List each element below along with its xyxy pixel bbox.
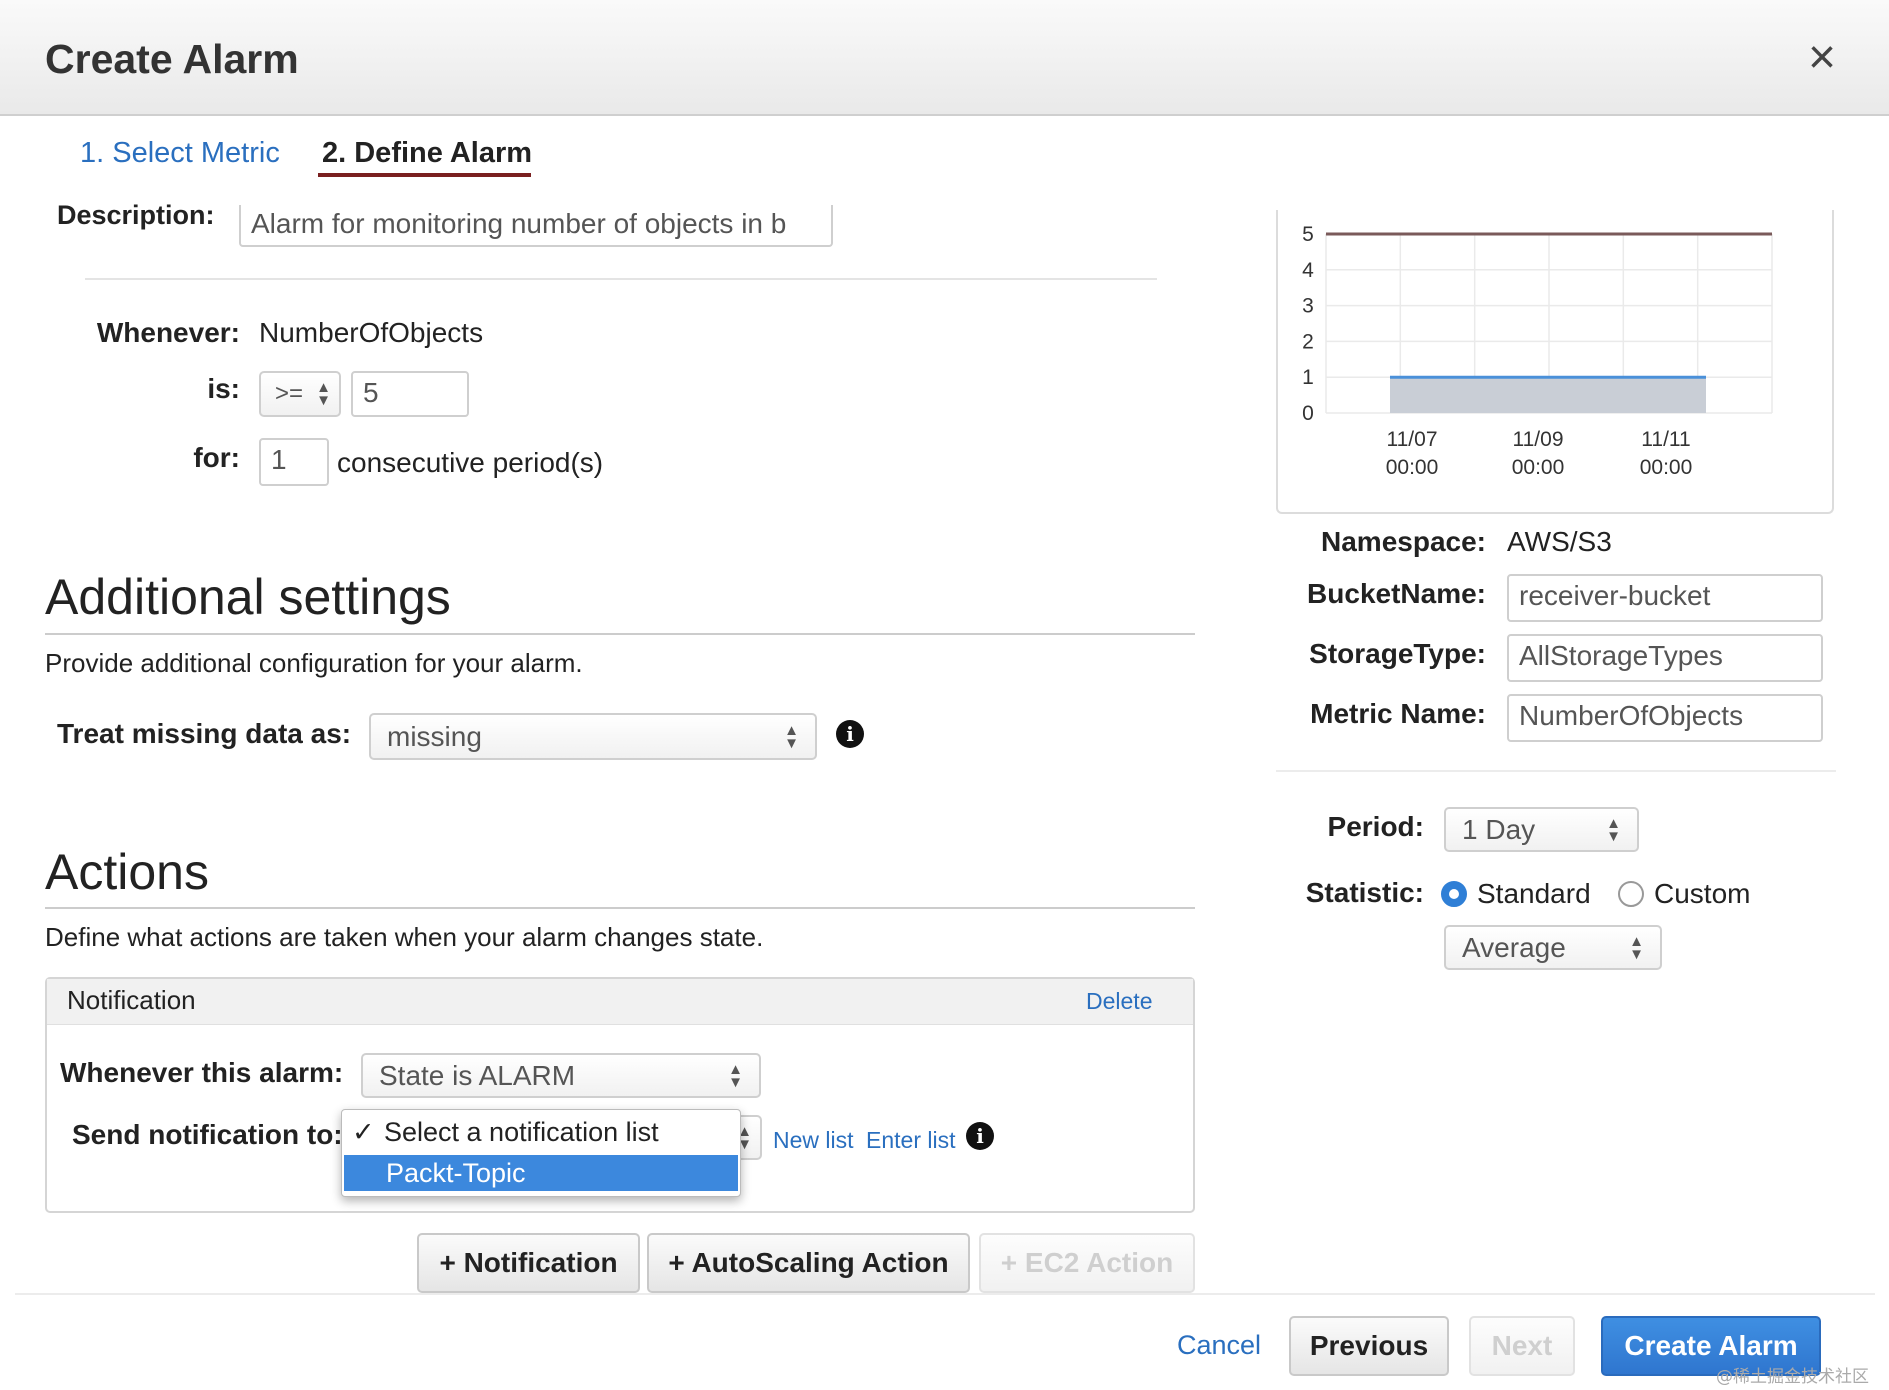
new-list-link[interactable]: New list: [773, 1127, 854, 1154]
x-tick-date: 11/09: [1513, 428, 1564, 451]
bucket-name-label: BucketName:: [1307, 578, 1486, 609]
divider: [1276, 770, 1836, 772]
actions-subtitle: Define what actions are taken when your …: [45, 922, 764, 952]
periods-input[interactable]: 1: [259, 438, 329, 486]
additional-settings-subtitle: Provide additional configuration for you…: [45, 648, 583, 678]
namespace-value: AWS/S3: [1507, 526, 1612, 557]
checkmark-icon: ✓: [352, 1116, 375, 1147]
add-autoscaling-action-button[interactable]: + AutoScaling Action: [647, 1233, 970, 1293]
statistic-label: Statistic:: [1305, 877, 1424, 908]
whenever-this-alarm-label: Whenever this alarm:: [60, 1057, 344, 1088]
x-tick-date: 11/11: [1641, 428, 1690, 451]
description-input[interactable]: Alarm for monitoring number of objects i…: [239, 205, 833, 247]
is-label: is:: [207, 373, 240, 404]
metric-name-label: Metric Name:: [1310, 698, 1486, 729]
metric-area: [1390, 377, 1706, 413]
notification-title: Notification: [67, 985, 196, 1015]
y-tick-label: 5: [1302, 223, 1314, 246]
info-icon[interactable]: i: [836, 720, 864, 748]
cancel-link[interactable]: Cancel: [1177, 1330, 1261, 1361]
statistic-standard-radio[interactable]: [1441, 881, 1467, 907]
y-tick-label: 2: [1302, 330, 1314, 353]
for-label: for:: [193, 442, 240, 473]
y-tick-label: 1: [1302, 366, 1314, 389]
whenever-label: Whenever:: [96, 317, 240, 348]
divider: [45, 633, 1195, 635]
dropdown-option-packt-topic[interactable]: Packt-Topic: [344, 1155, 738, 1191]
storage-type-input[interactable]: AllStorageTypes: [1507, 634, 1823, 682]
select-arrows-icon: ▲ ▼: [784, 721, 799, 752]
treat-missing-value: missing: [387, 720, 482, 752]
active-tab-indicator: [318, 173, 531, 177]
close-icon[interactable]: ×: [1808, 34, 1836, 82]
select-arrows-icon: ▲ ▼: [728, 1060, 743, 1091]
additional-settings-heading: Additional settings: [45, 569, 451, 625]
y-tick-label: 3: [1302, 295, 1314, 318]
whenever-metric: NumberOfObjects: [259, 317, 484, 348]
treat-missing-label: Treat missing data as:: [57, 718, 352, 749]
option-label: Select a notification list: [384, 1116, 659, 1147]
namespace-label: Namespace:: [1321, 526, 1486, 557]
add-notification-button[interactable]: + Notification: [417, 1233, 640, 1293]
divider: [85, 278, 1157, 280]
dropdown-option-select-list[interactable]: ✓ Select a notification list: [342, 1114, 740, 1150]
alarm-state-select[interactable]: State is ALARM ▲ ▼: [361, 1053, 761, 1098]
y-tick-label: 4: [1302, 259, 1314, 282]
description-label: Description:: [57, 200, 215, 230]
x-tick-time: 00:00: [1386, 456, 1439, 479]
x-tick-date: 11/07: [1387, 428, 1438, 451]
notification-panel-header: [47, 979, 1193, 1025]
x-tick-time: 00:00: [1640, 456, 1693, 479]
operator-value: >=: [275, 380, 304, 407]
treat-missing-select[interactable]: missing ▲ ▼: [369, 713, 817, 760]
metric-name-input[interactable]: NumberOfObjects: [1507, 694, 1823, 742]
bucket-name-input[interactable]: receiver-bucket: [1507, 574, 1823, 622]
statistic-custom-radio[interactable]: [1618, 881, 1644, 907]
add-ec2-action-button: + EC2 Action: [979, 1233, 1195, 1293]
storage-type-label: StorageType:: [1309, 638, 1486, 669]
previous-button[interactable]: Previous: [1289, 1316, 1449, 1376]
select-arrows-icon: ▲ ▼: [316, 379, 331, 409]
y-tick-label: 0: [1302, 402, 1314, 425]
metric-chart: 5 4 3 2 1 0 11/07 00:00 11/09 00:00 11/11 00:00: [1276, 210, 1834, 514]
threshold-input[interactable]: 5: [351, 371, 469, 417]
chart-svg: 5 4 3 2 1 0 11/07 00:00 11/09 00:00 11/11 00:00: [1302, 223, 1773, 479]
periods-suffix: consecutive period(s): [337, 447, 604, 478]
tab-select-metric[interactable]: 1. Select Metric: [80, 137, 280, 170]
info-icon[interactable]: i: [966, 1122, 994, 1150]
select-arrows-icon: ▲ ▼: [1629, 932, 1644, 963]
tab-define-alarm[interactable]: 2. Define Alarm: [322, 137, 532, 170]
footer-divider: [15, 1293, 1875, 1295]
period-select[interactable]: 1 Day ▲ ▼: [1444, 807, 1639, 852]
actions-heading: Actions: [45, 844, 209, 900]
operator-select[interactable]: >= ▲ ▼: [259, 371, 341, 417]
divider: [45, 907, 1195, 909]
next-button: Next: [1469, 1316, 1575, 1376]
statistic-standard-label: Standard: [1477, 878, 1591, 909]
period-value: 1 Day: [1462, 813, 1536, 845]
enter-list-link[interactable]: Enter list: [866, 1127, 955, 1154]
statistic-select[interactable]: Average ▲ ▼: [1444, 925, 1662, 970]
send-notification-label: Send notification to:: [72, 1119, 343, 1150]
delete-notification-link[interactable]: Delete: [1086, 988, 1152, 1015]
period-label: Period:: [1327, 811, 1424, 842]
statistic-custom-label: Custom: [1654, 878, 1751, 909]
alarm-state-value: State is ALARM: [379, 1059, 576, 1091]
dialog-title: Create Alarm: [45, 36, 299, 82]
select-arrows-icon: ▲ ▼: [1606, 814, 1621, 845]
statistic-value: Average: [1462, 931, 1566, 963]
notification-list-dropdown: ✓ Select a notification list Packt-Topic: [341, 1109, 741, 1197]
watermark: @稀土掘金技术社区: [1716, 1367, 1869, 1387]
x-tick-time: 00:00: [1512, 456, 1565, 479]
